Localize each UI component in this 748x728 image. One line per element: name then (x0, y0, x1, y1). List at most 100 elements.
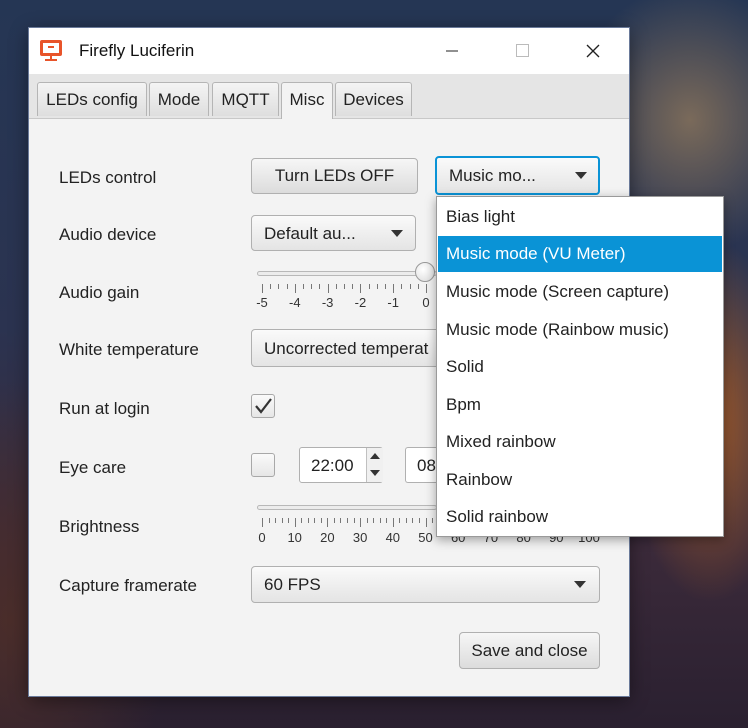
dropdown-option-solid-rainbow[interactable]: Solid rainbow (438, 499, 722, 535)
slider-tick-label: 50 (418, 530, 433, 545)
slider-tick-label: 0 (422, 295, 430, 310)
slider-tick (392, 518, 394, 527)
minimize-button[interactable] (429, 28, 475, 74)
tab-misc[interactable]: Misc (281, 82, 333, 119)
slider-tick (376, 284, 378, 289)
audio-device-label: Audio device (59, 225, 157, 244)
slider-tick (412, 518, 414, 523)
slider-tick (386, 518, 388, 523)
start-time-decrement[interactable] (366, 465, 383, 482)
slider-tick (301, 518, 303, 523)
tab-leds-config[interactable]: LEDs config (37, 82, 147, 116)
slider-tick (418, 518, 420, 523)
tab-bar: LEDs config Mode MQTT Misc Devices (29, 74, 629, 119)
slider-tick (262, 284, 263, 293)
slider-tick (327, 284, 329, 293)
dropdown-option-music-rainbow[interactable]: Music mode (Rainbow music) (438, 312, 722, 348)
slider-tick (393, 284, 395, 293)
audio-gain-thumb[interactable] (415, 262, 435, 282)
audio-device-select[interactable]: Default au... (251, 215, 416, 251)
chevron-down-icon (391, 230, 403, 237)
slider-tick (278, 284, 280, 289)
slider-tick (268, 518, 270, 523)
chevron-down-icon (370, 470, 380, 476)
capture-framerate-label: Capture framerate (59, 576, 197, 595)
minimize-icon (446, 50, 458, 52)
slider-tick (333, 518, 335, 523)
slider-tick-label: -2 (354, 295, 367, 310)
eye-care-start-value: 22:00 (311, 456, 354, 475)
dropdown-option-bpm[interactable]: Bpm (438, 387, 722, 423)
slider-tick-label: -4 (289, 295, 301, 310)
eye-care-end-value: 08 (417, 456, 436, 475)
slider-tick (275, 518, 277, 523)
window-title: Firefly Luciferin (79, 41, 195, 60)
tab-mqtt[interactable]: MQTT (212, 82, 279, 116)
dropdown-option-mixed-rainbow[interactable]: Mixed rainbow (438, 424, 722, 460)
slider-tick-label: 0 (258, 530, 266, 545)
close-button[interactable] (569, 28, 615, 74)
chevron-up-icon (370, 453, 380, 459)
slider-tick (294, 518, 296, 527)
start-time-increment[interactable] (366, 448, 383, 466)
turn-leds-off-button[interactable]: Turn LEDs OFF (251, 158, 418, 194)
effect-mode-value: Music mo... (449, 166, 536, 185)
checkmark-icon (255, 398, 272, 414)
slider-tick (303, 284, 304, 289)
app-logo-icon (40, 40, 62, 61)
slider-tick (401, 284, 403, 289)
close-icon (586, 44, 600, 58)
slider-tick (270, 284, 272, 289)
slider-tick-label: -1 (387, 295, 399, 310)
slider-tick (360, 284, 362, 293)
brightness-slider[interactable] (257, 505, 437, 510)
effect-mode-dropdown-list: Bias light Music mode (VU Meter) Music m… (436, 196, 724, 537)
capture-framerate-value: 60 FPS (264, 575, 321, 594)
slider-tick (409, 284, 411, 289)
slider-tick (344, 284, 345, 289)
eye-care-start-time[interactable]: 22:00 (299, 447, 383, 483)
save-and-close-button[interactable]: Save and close (459, 632, 600, 669)
slider-tick (320, 518, 322, 523)
slider-tick (405, 518, 407, 523)
audio-gain-slider[interactable] (257, 271, 437, 276)
slider-tick-label: 20 (320, 530, 335, 545)
maximize-button[interactable] (499, 28, 545, 74)
slider-tick (385, 284, 386, 289)
slider-tick (432, 518, 434, 523)
dropdown-option-solid[interactable]: Solid (438, 349, 722, 385)
eye-care-checkbox[interactable] (251, 453, 275, 477)
slider-tick-label: -5 (256, 295, 268, 310)
slider-tick (307, 518, 309, 523)
slider-tick (311, 284, 313, 289)
tab-devices[interactable]: Devices (335, 82, 412, 116)
dropdown-option-music-vu-meter[interactable]: Music mode (VU Meter) (438, 236, 722, 272)
white-temperature-select[interactable]: Uncorrected temperat (251, 329, 451, 367)
slider-tick (360, 518, 362, 527)
dropdown-option-music-screen-capture[interactable]: Music mode (Screen capture) (438, 274, 722, 310)
effect-mode-select[interactable]: Music mo... (435, 156, 600, 195)
capture-framerate-select[interactable]: 60 FPS (251, 566, 600, 603)
slider-tick (286, 284, 288, 289)
tab-mode[interactable]: Mode (149, 82, 209, 116)
slider-tick (425, 518, 427, 527)
dropdown-option-bias-light[interactable]: Bias light (438, 199, 722, 235)
slider-tick (262, 518, 263, 527)
run-at-login-checkbox[interactable] (251, 394, 275, 418)
slider-tick (281, 518, 283, 523)
slider-tick (288, 518, 290, 523)
maximize-icon (516, 44, 529, 57)
eye-care-label: Eye care (59, 458, 127, 477)
slider-tick (347, 518, 349, 523)
slider-tick (335, 284, 337, 289)
dropdown-option-rainbow[interactable]: Rainbow (438, 462, 722, 498)
slider-tick (327, 518, 329, 527)
slider-tick (417, 284, 419, 289)
slider-tick (319, 284, 321, 289)
slider-tick (379, 518, 381, 523)
slider-tick (353, 518, 355, 523)
title-bar[interactable]: Firefly Luciferin (29, 28, 629, 74)
audio-device-value: Default au... (264, 224, 356, 243)
chevron-down-icon (575, 172, 587, 179)
slider-tick (314, 518, 316, 523)
